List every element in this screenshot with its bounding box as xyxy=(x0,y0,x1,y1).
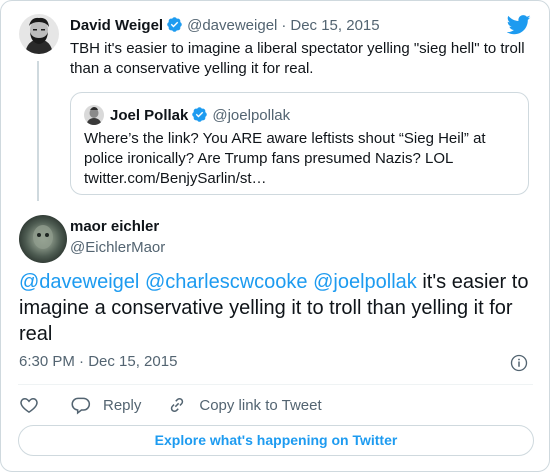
quoted-handle: @joelpollak xyxy=(212,107,291,124)
dark-photo-avatar-icon xyxy=(19,215,67,263)
main-author-name[interactable]: maor eichler xyxy=(70,218,159,235)
quoted-tweet-header: Joel Pollak @joelpollak xyxy=(110,106,290,128)
copy-link-label: Copy link to Tweet xyxy=(199,396,322,414)
reply-label: Reply xyxy=(103,396,142,414)
main-tweet-text: @daveweigel @charlescwcooke @joelpollak … xyxy=(19,269,534,347)
bearded-man-avatar-icon xyxy=(19,14,59,54)
mention-link[interactable]: @charlescwcooke xyxy=(145,271,308,293)
divider xyxy=(18,384,533,385)
quoted-author-name: Joel Pollak xyxy=(110,107,189,124)
quoted-tweet-text: Where’s the link? You ARE aware leftists… xyxy=(84,130,486,187)
mention-link[interactable]: @joelpollak xyxy=(313,271,417,293)
main-author-name-row: maor eichler xyxy=(70,218,159,236)
explore-twitter-button[interactable]: Explore what's happening on Twitter xyxy=(18,425,534,456)
twitter-bird-icon[interactable] xyxy=(506,15,531,40)
main-handle-row: @EichlerMaor xyxy=(70,239,165,257)
reply-button[interactable]: Reply xyxy=(71,395,141,415)
info-icon[interactable] xyxy=(510,354,528,377)
parent-avatar[interactable] xyxy=(19,14,59,54)
parent-tweet-text: TBH it's easier to imagine a liberal spe… xyxy=(70,40,525,77)
parent-tweet-header: David Weigel @daveweigel · Dec 15, 2015 xyxy=(70,16,380,38)
parent-handle[interactable]: @daveweigel xyxy=(187,17,277,34)
parent-author-name[interactable]: David Weigel xyxy=(70,17,163,34)
tweet-embed-card: David Weigel @daveweigel · Dec 15, 2015 TBH… xyxy=(0,0,550,472)
main-handle[interactable]: @EichlerMaor xyxy=(70,239,165,256)
like-button[interactable] xyxy=(19,395,39,415)
verified-badge-icon xyxy=(166,16,183,38)
parent-date[interactable]: Dec 15, 2015 xyxy=(290,17,379,34)
quoted-avatar xyxy=(84,105,104,125)
copy-link-button[interactable]: Copy link to Tweet xyxy=(167,395,322,415)
reply-bubble-icon xyxy=(71,397,91,415)
tweet-actions: Reply Copy link to Tweet xyxy=(19,394,348,416)
mention-link[interactable]: @daveweigel xyxy=(19,271,139,293)
heart-icon xyxy=(20,397,38,413)
thread-connector-line xyxy=(37,61,39,201)
quoted-tweet-card[interactable]: Joel Pollak @joelpollak Where’s the link?… xyxy=(70,92,529,195)
tweet-timestamp[interactable]: 6:30 PM · Dec 15, 2015 xyxy=(19,353,177,370)
verified-badge-icon xyxy=(191,106,208,128)
link-icon xyxy=(171,397,184,413)
separator-dot: · xyxy=(281,17,287,34)
main-avatar[interactable] xyxy=(19,215,67,263)
